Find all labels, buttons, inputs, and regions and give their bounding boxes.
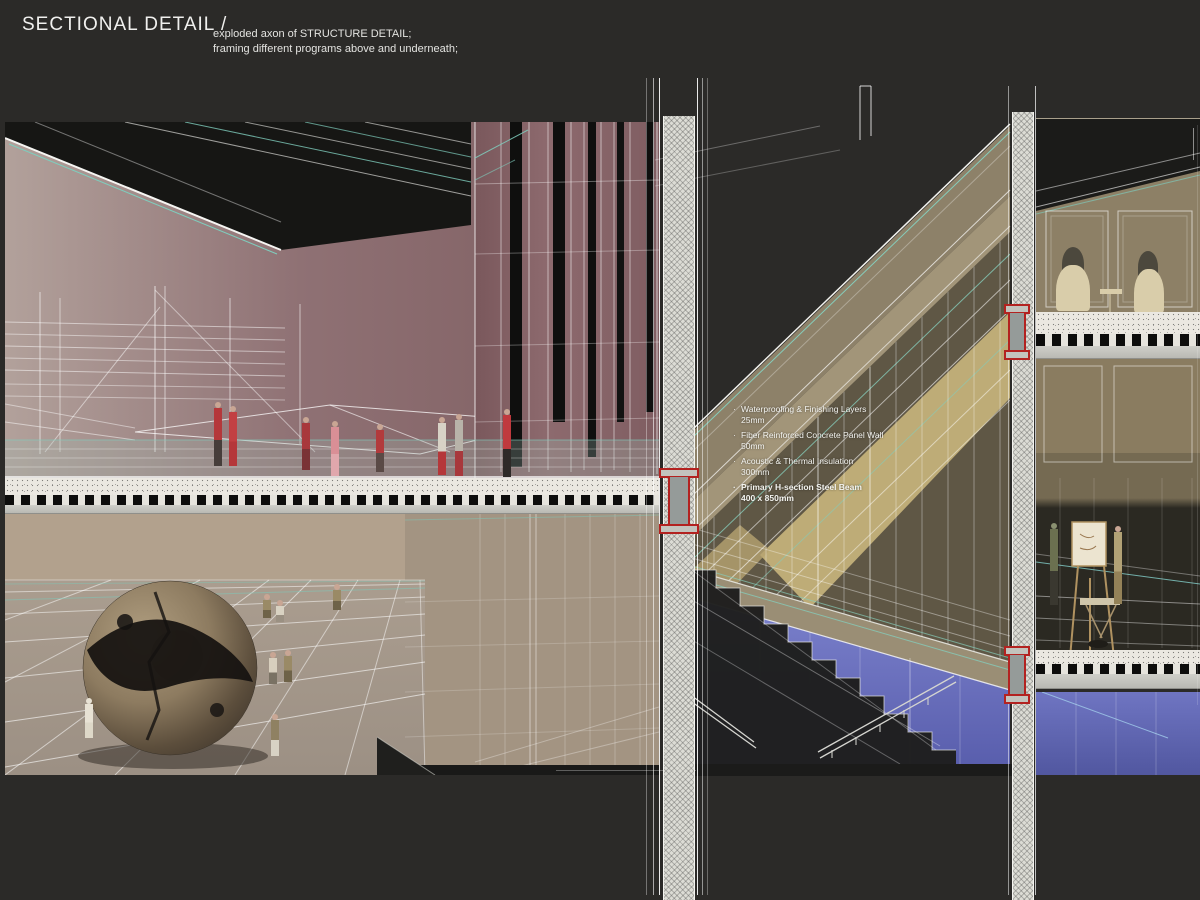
person-figure — [452, 414, 465, 476]
annotation-value: 300mm — [741, 467, 905, 478]
wicker-chair — [1056, 265, 1090, 311]
person-figure — [266, 652, 279, 684]
bullet: · — [733, 430, 736, 441]
construction-layer-annotations: · Waterproofing & Finishing Layers 25mm … — [733, 404, 905, 508]
painter-figure — [1046, 523, 1062, 605]
person-figure — [226, 406, 239, 466]
person-figure — [268, 714, 281, 756]
person-figure — [260, 594, 273, 618]
studio-room-lines — [1036, 358, 1200, 650]
concrete-column-hatched — [1012, 112, 1034, 900]
subtitle-line-1: exploded axon of STRUCTURE DETAIL; — [213, 27, 543, 42]
floor-slab-stipple — [5, 478, 659, 495]
beam-web — [1008, 313, 1026, 351]
annotation-label: Waterproofing & Finishing Layers — [741, 404, 866, 414]
cad-line — [653, 78, 654, 895]
person-figure — [299, 417, 312, 470]
metal-deck-teeth — [5, 495, 659, 505]
cad-line — [1193, 128, 1194, 160]
slab-soffit-band — [5, 505, 659, 514]
annotation-label: Acoustic & Thermal Insulation — [741, 456, 853, 466]
beam-bottom-flange — [1004, 694, 1030, 704]
person-figure — [328, 421, 341, 476]
annotation-label: Primary H-section Steel Beam — [741, 482, 862, 492]
floor-slab-stipple — [1036, 312, 1200, 334]
person-figure — [435, 417, 448, 475]
subtitle-line-2: framing different programs above and und… — [213, 42, 543, 57]
painting-easel — [1070, 522, 1114, 650]
person-figure — [273, 600, 286, 622]
page-title: SECTIONAL DETAIL / — [22, 14, 227, 36]
folding-table — [1080, 598, 1120, 648]
upper-room-scene — [1036, 118, 1200, 313]
annotation-value: 400 x 850mm — [741, 493, 905, 504]
slab-soffit-band — [1036, 674, 1200, 689]
board-header: SECTIONAL DETAIL / exploded axon of STRU… — [22, 14, 227, 36]
person-figure — [211, 402, 224, 466]
steel-beam-connector-red — [1004, 304, 1030, 360]
cad-line — [1035, 86, 1036, 895]
annotation-item-primary-beam: · Primary H-section Steel Beam 400 x 850… — [733, 482, 905, 503]
annotation-item: · Acoustic & Thermal Insulation 300mm — [733, 456, 905, 477]
slab-soffit-band — [1036, 346, 1200, 359]
interior-perspective-render — [5, 122, 659, 775]
metal-deck-teeth — [1036, 664, 1200, 674]
metal-deck-teeth — [1036, 334, 1200, 346]
annotation-item: · Waterproofing & Finishing Layers 25mm — [733, 404, 905, 425]
side-table — [1100, 289, 1122, 313]
beam-web — [1008, 655, 1026, 695]
cad-line — [646, 78, 647, 895]
steel-beam-connector-red — [1004, 646, 1030, 704]
middle-room-scene — [1036, 358, 1200, 650]
presentation-board: SECTIONAL DETAIL / exploded axon of STRU… — [0, 0, 1200, 900]
cad-line — [1008, 86, 1009, 895]
annotation-value: 25mm — [741, 415, 905, 426]
person-figure — [281, 650, 294, 682]
annotation-item: · Fiber Reinforced Concrete Panel Wall 5… — [733, 430, 905, 451]
person-figure — [330, 584, 343, 610]
blue-wall-lines — [1036, 692, 1200, 775]
bullet: · — [733, 456, 736, 467]
bullet: · — [733, 404, 736, 415]
cad-line — [707, 78, 708, 895]
bullet: · — [733, 482, 736, 493]
person-figure — [82, 698, 95, 738]
annotation-label: Fiber Reinforced Concrete Panel Wall — [741, 430, 883, 440]
lower-blue-wall — [1036, 692, 1200, 775]
cad-line — [702, 78, 703, 895]
annotation-value: 50mm — [741, 441, 905, 452]
person-figure — [373, 424, 386, 472]
page-subtitle: exploded axon of STRUCTURE DETAIL; frami… — [213, 27, 543, 57]
beam-bottom-flange — [659, 524, 699, 534]
beam-web — [668, 477, 690, 525]
beam-bottom-flange — [1004, 350, 1030, 360]
cad-line — [1197, 125, 1198, 705]
person-figure — [1110, 526, 1125, 604]
floor-slab-stipple — [1036, 650, 1200, 664]
steel-beam-connector-red — [659, 468, 699, 534]
wicker-chair — [1134, 269, 1164, 313]
person-figure — [500, 409, 513, 477]
